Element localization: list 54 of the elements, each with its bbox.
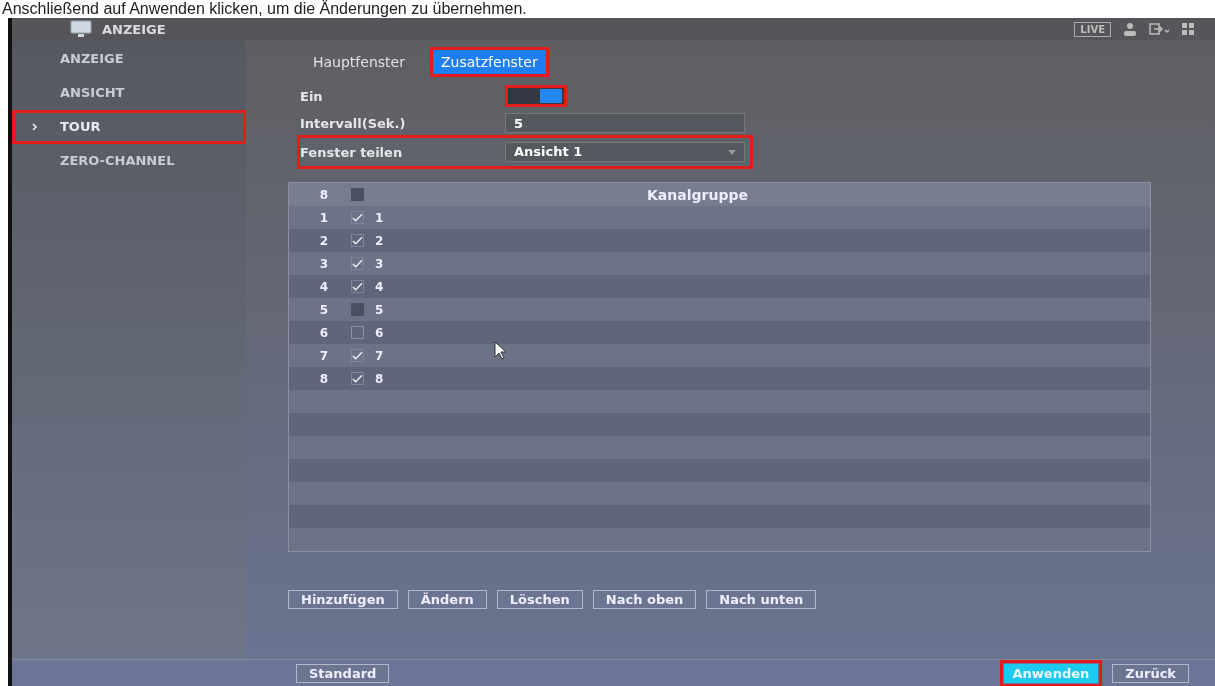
checkbox[interactable]	[350, 257, 364, 270]
page-title: ANZEIGE	[102, 21, 166, 37]
table-cell-text: 2	[318, 233, 330, 248]
default-button[interactable]: Standard	[296, 663, 390, 683]
table-cell-text: 1	[318, 210, 330, 225]
table-cell-text: 7	[318, 348, 330, 363]
logout-icon[interactable]	[1149, 22, 1169, 36]
checkbox[interactable]	[350, 326, 364, 339]
table-cell-text: 4	[318, 279, 330, 294]
action-button[interactable]: Löschen	[496, 590, 583, 609]
field-label: Fenster teilen	[300, 144, 404, 160]
back-button[interactable]: Zurück	[1112, 663, 1189, 683]
table-cell-text: 5	[318, 302, 330, 317]
table-cell-text: 5	[375, 302, 385, 317]
field-label: Ein	[300, 88, 324, 104]
table-cell-text: 7	[375, 348, 385, 363]
table-cell-text: 1	[375, 210, 385, 225]
checkbox[interactable]	[350, 234, 364, 247]
action-button[interactable]: Hinzufügen	[288, 590, 398, 609]
chevron-icon	[32, 123, 38, 131]
caret-icon	[728, 149, 736, 155]
action-button[interactable]: Nach unten	[706, 590, 817, 609]
table-cell-text: 4	[375, 279, 385, 294]
action-button[interactable]: Ändern	[407, 590, 487, 609]
table-cell-text: 8	[318, 371, 330, 386]
split-dropdown[interactable]: Ansicht 1	[505, 142, 745, 162]
table-cell-text: 6	[375, 325, 385, 340]
table-cell-text: 3	[318, 256, 330, 271]
monitor-icon	[70, 20, 92, 38]
tab[interactable]: Zusatzfenster	[429, 47, 549, 77]
grid-icon[interactable]	[1181, 22, 1195, 36]
caption-text: Anschließend auf Anwenden klicken, um die Änderungen zu übernehmen.	[1, 0, 528, 18]
table-cell-text: 8	[318, 187, 330, 202]
live-button[interactable]: LIVE	[1074, 21, 1111, 37]
pointer-cursor-icon	[494, 341, 508, 361]
tab[interactable]: Hauptfenster	[302, 47, 416, 77]
table-cell-text: 8	[375, 371, 385, 386]
user-icon[interactable]	[1123, 22, 1137, 36]
sidebar-item[interactable]: ANZEIGE	[12, 42, 246, 76]
table-cell-text: 2	[375, 233, 385, 248]
action-button[interactable]: Nach oben	[592, 590, 697, 609]
table-cell-text: 3	[375, 256, 385, 271]
toggle-switch[interactable]	[505, 85, 567, 107]
sidebar-item[interactable]: TOUR	[12, 110, 246, 144]
table-cell-text: 6	[318, 325, 330, 340]
interval-field[interactable]: 5	[505, 113, 745, 133]
checkbox[interactable]	[350, 211, 364, 224]
checkbox[interactable]	[350, 372, 364, 385]
column-header: Kanalgruppe	[646, 186, 749, 203]
checkbox[interactable]	[350, 280, 364, 293]
checkbox[interactable]	[350, 349, 364, 362]
field-label: Intervall(Sek.)	[300, 115, 407, 131]
sidebar-item[interactable]: ANSICHT	[12, 76, 246, 110]
sidebar-item[interactable]: ZERO-CHANNEL	[12, 144, 246, 178]
